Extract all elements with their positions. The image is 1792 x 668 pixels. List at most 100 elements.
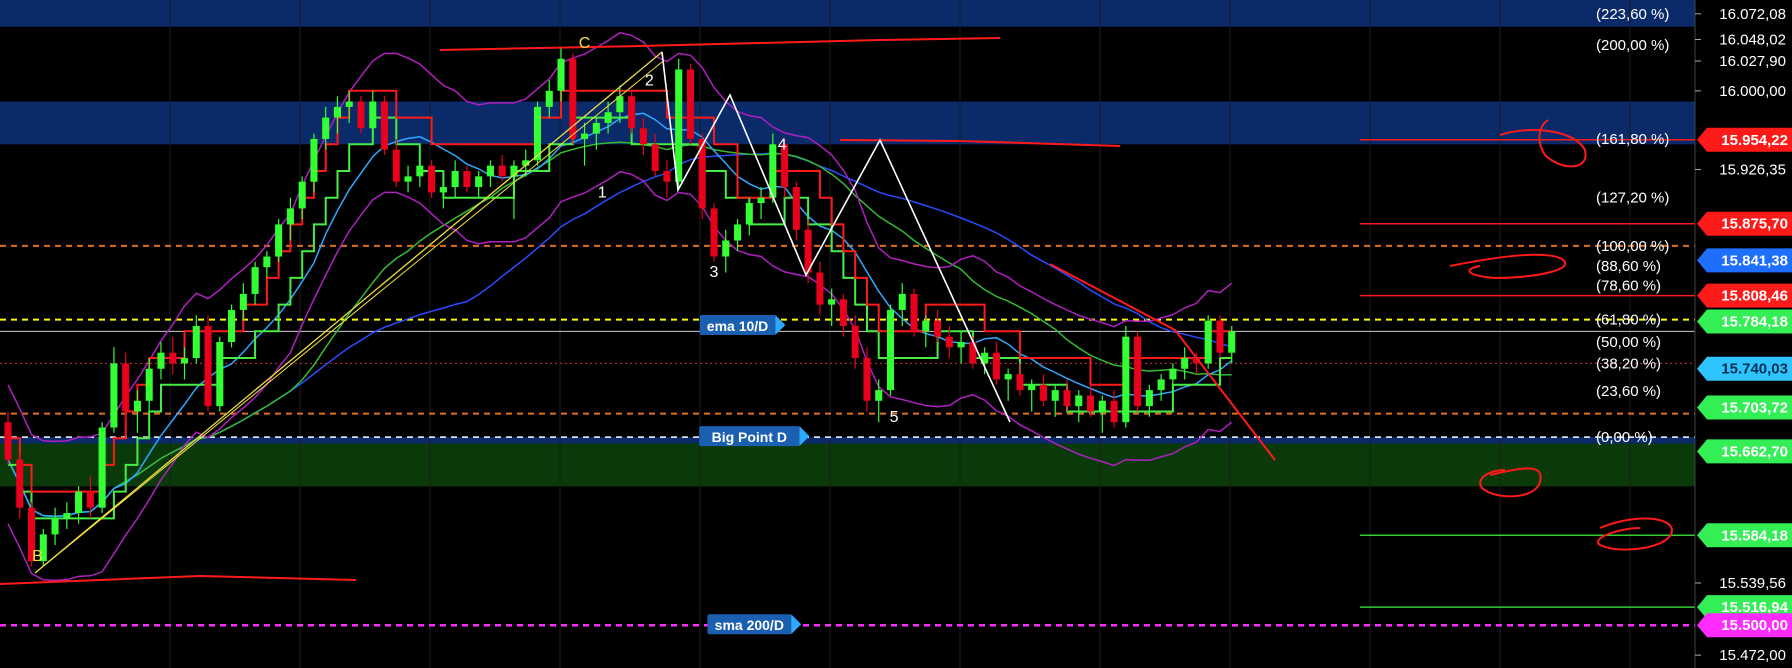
axis-label-0: 16.072,08 xyxy=(1719,6,1786,23)
candle-body-89 xyxy=(1051,390,1059,401)
candle-body-100 xyxy=(1181,358,1189,369)
axis-label-2: 16.027,90 xyxy=(1719,53,1786,70)
axis-label-5: 15.539,56 xyxy=(1719,575,1786,592)
wave-label-1: 1 xyxy=(598,185,607,202)
candle-body-27 xyxy=(322,117,330,139)
fib-label-8: (50,00 %) xyxy=(1596,334,1661,351)
candle-body-12 xyxy=(145,368,153,401)
wave-label-4: 4 xyxy=(778,137,787,154)
candle-body-93 xyxy=(1098,400,1106,412)
candle-body-103 xyxy=(1216,320,1224,353)
candle-body-8 xyxy=(98,427,106,508)
candle-body-104 xyxy=(1228,331,1236,353)
candle-body-39 xyxy=(463,171,471,188)
chart-background xyxy=(0,0,1792,668)
candle-body-24 xyxy=(286,208,294,225)
tag-label-0: ema 10/D xyxy=(707,318,768,334)
candle-body-32 xyxy=(381,101,389,150)
wave-label-3: 3 xyxy=(710,264,719,281)
candle-body-9 xyxy=(110,363,118,428)
price-badge-label-4: 15.784,18 xyxy=(1721,314,1788,331)
candle-body-85 xyxy=(1004,374,1012,380)
candle-body-55 xyxy=(651,144,659,172)
candle-body-5 xyxy=(63,513,71,519)
tag-label-2: sma 200/D xyxy=(715,617,784,633)
candle-body-29 xyxy=(345,101,353,107)
candle-body-33 xyxy=(392,149,400,182)
candle-body-92 xyxy=(1087,395,1095,412)
candle-body-91 xyxy=(1075,395,1083,407)
fib-band-top xyxy=(0,0,1695,27)
candle-body-23 xyxy=(275,224,283,257)
candle-body-11 xyxy=(133,400,141,412)
candle-body-75 xyxy=(886,309,895,391)
candle-body-40 xyxy=(475,176,483,188)
candle-body-25 xyxy=(298,181,306,209)
candle-body-20 xyxy=(239,293,247,310)
candle-body-16 xyxy=(192,325,200,359)
wave-label-2: 2 xyxy=(645,73,654,90)
price-badge-label-1: 15.875,70 xyxy=(1721,216,1788,233)
fib-label-4: (100,00 %) xyxy=(1596,238,1669,255)
axis-label-3: 16.000,00 xyxy=(1719,83,1786,100)
candle-body-102 xyxy=(1204,320,1212,364)
price-badge-label-5: 15.740,03 xyxy=(1721,361,1788,378)
fib-label-1: (200,00 %) xyxy=(1596,37,1669,54)
fib-label-11: (0,00 %) xyxy=(1596,429,1653,446)
price-badge-label-7: 15.662,70 xyxy=(1721,443,1788,460)
candle-body-57 xyxy=(675,69,683,182)
candle-body-28 xyxy=(333,106,341,118)
price-badge-label-2: 15.841,38 xyxy=(1721,252,1788,269)
candle-body-87 xyxy=(1028,384,1036,391)
candle-body-70 xyxy=(828,299,836,305)
candle-body-56 xyxy=(663,171,671,182)
candle-body-74 xyxy=(875,390,883,401)
candle-body-67 xyxy=(792,187,800,230)
price-axis-bg xyxy=(1695,0,1792,668)
fib-label-3: (127,20 %) xyxy=(1596,190,1669,207)
candle-body-15 xyxy=(180,358,189,364)
candle-body-14 xyxy=(169,352,177,364)
candle-body-30 xyxy=(357,101,365,129)
wave-label-5: 5 xyxy=(890,409,899,426)
candle-body-42 xyxy=(498,165,506,177)
candle-body-97 xyxy=(1145,390,1153,407)
candle-body-73 xyxy=(863,358,871,401)
fib-label-6: (78,60 %) xyxy=(1596,277,1661,294)
candle-body-99 xyxy=(1169,368,1177,380)
candle-body-50 xyxy=(592,122,600,134)
price-badge-label-10: 15.500,00 xyxy=(1721,617,1788,634)
candle-body-37 xyxy=(439,187,447,193)
axis-label-1: 16.048,02 xyxy=(1719,32,1786,49)
trading-chart[interactable]: B C 1 2 3 4 5 (223,60 %) (200,00 %) (161,80 %) (12… xyxy=(0,0,1792,668)
price-badge-label-6: 15.703,72 xyxy=(1721,400,1788,417)
axis-label-6: 15.472,00 xyxy=(1719,647,1786,664)
candle-body-76 xyxy=(898,293,906,310)
candle-body-35 xyxy=(416,165,424,177)
fib-label-9: (38,20 %) xyxy=(1596,355,1661,372)
price-badge-label-8: 15.584,18 xyxy=(1721,527,1788,544)
candle-body-26 xyxy=(310,138,318,182)
candle-body-36 xyxy=(428,165,436,193)
candle-body-60 xyxy=(710,208,718,257)
candle-body-10 xyxy=(122,363,130,412)
candle-body-22 xyxy=(263,256,271,268)
candle-body-19 xyxy=(228,309,236,343)
axis-label-4: 15.926,35 xyxy=(1719,162,1786,179)
fib-band-0 xyxy=(0,437,1695,444)
candle-body-62 xyxy=(734,224,742,241)
fib-label-7: (61,80 %) xyxy=(1596,312,1661,329)
candle-body-78 xyxy=(922,320,930,332)
candle-body-63 xyxy=(745,203,753,225)
candle-body-90 xyxy=(1063,390,1071,407)
candle-body-80 xyxy=(945,336,953,348)
candle-body-7 xyxy=(86,491,94,508)
candle-body-53 xyxy=(628,96,636,129)
fib-label-0: (223,60 %) xyxy=(1596,6,1669,23)
candle-body-64 xyxy=(757,197,765,204)
fib-label-2: (161,80 %) xyxy=(1596,131,1669,148)
fib-label-5: (88,60 %) xyxy=(1596,258,1661,275)
candle-body-4 xyxy=(51,518,59,535)
candle-body-94 xyxy=(1110,400,1118,423)
candle-body-51 xyxy=(604,112,612,123)
